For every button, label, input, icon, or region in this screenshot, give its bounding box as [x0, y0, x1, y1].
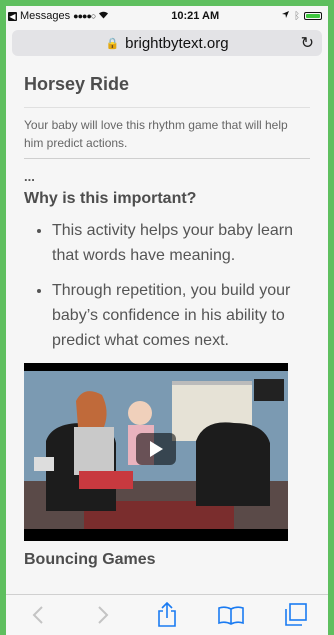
- back-app-label[interactable]: Messages: [20, 10, 70, 22]
- article-intro: Your baby will love this rhythm game tha…: [24, 107, 310, 159]
- book-icon: [218, 606, 245, 625]
- chevron-left-icon: [32, 606, 43, 624]
- next-section-heading: Bouncing Games: [24, 551, 156, 568]
- status-time: 10:21 AM: [171, 10, 220, 22]
- ellipsis: ...: [24, 169, 35, 184]
- location-icon: [281, 10, 290, 22]
- video-player[interactable]: [24, 363, 288, 541]
- signal-icon: ●●●●○: [73, 11, 96, 21]
- browser-toolbar: [6, 594, 328, 635]
- article: Horsey Ride Your baby will love this rhy…: [6, 66, 328, 595]
- share-icon: [158, 602, 176, 627]
- address-bar[interactable]: 🔒 brightbytext.org ↻: [12, 30, 322, 56]
- tabs-icon: [284, 603, 307, 626]
- article-title: Horsey Ride: [24, 74, 130, 94]
- reload-icon[interactable]: ↻: [301, 33, 314, 53]
- section-heading: Why is this important?: [24, 190, 197, 207]
- url-text[interactable]: brightbytext.org: [125, 35, 228, 52]
- tabs-button[interactable]: [281, 600, 311, 630]
- status-bar: ◀ Messages ●●●●○ 10:21 AM ᛒ: [6, 6, 328, 26]
- play-button[interactable]: [136, 433, 176, 465]
- bluetooth-icon: ᛒ: [294, 10, 300, 22]
- chevron-right-icon: [97, 606, 108, 624]
- bookmarks-button[interactable]: [216, 600, 246, 630]
- list-item: This activity helps your baby learn that…: [52, 218, 310, 268]
- list-item: Through repetition, you build your baby’…: [52, 278, 310, 353]
- back-to-app-icon[interactable]: ◀: [8, 11, 17, 21]
- forward-button[interactable]: [88, 600, 118, 630]
- battery-icon: [304, 12, 322, 20]
- share-button[interactable]: [152, 600, 182, 630]
- lock-icon: 🔒: [105, 37, 120, 50]
- wifi-icon: [98, 10, 109, 22]
- back-button[interactable]: [23, 600, 53, 630]
- phone-screen: ◀ Messages ●●●●○ 10:21 AM ᛒ 🔒 brightbyte…: [6, 6, 328, 635]
- bullet-list: This activity helps your baby learn that…: [24, 218, 310, 353]
